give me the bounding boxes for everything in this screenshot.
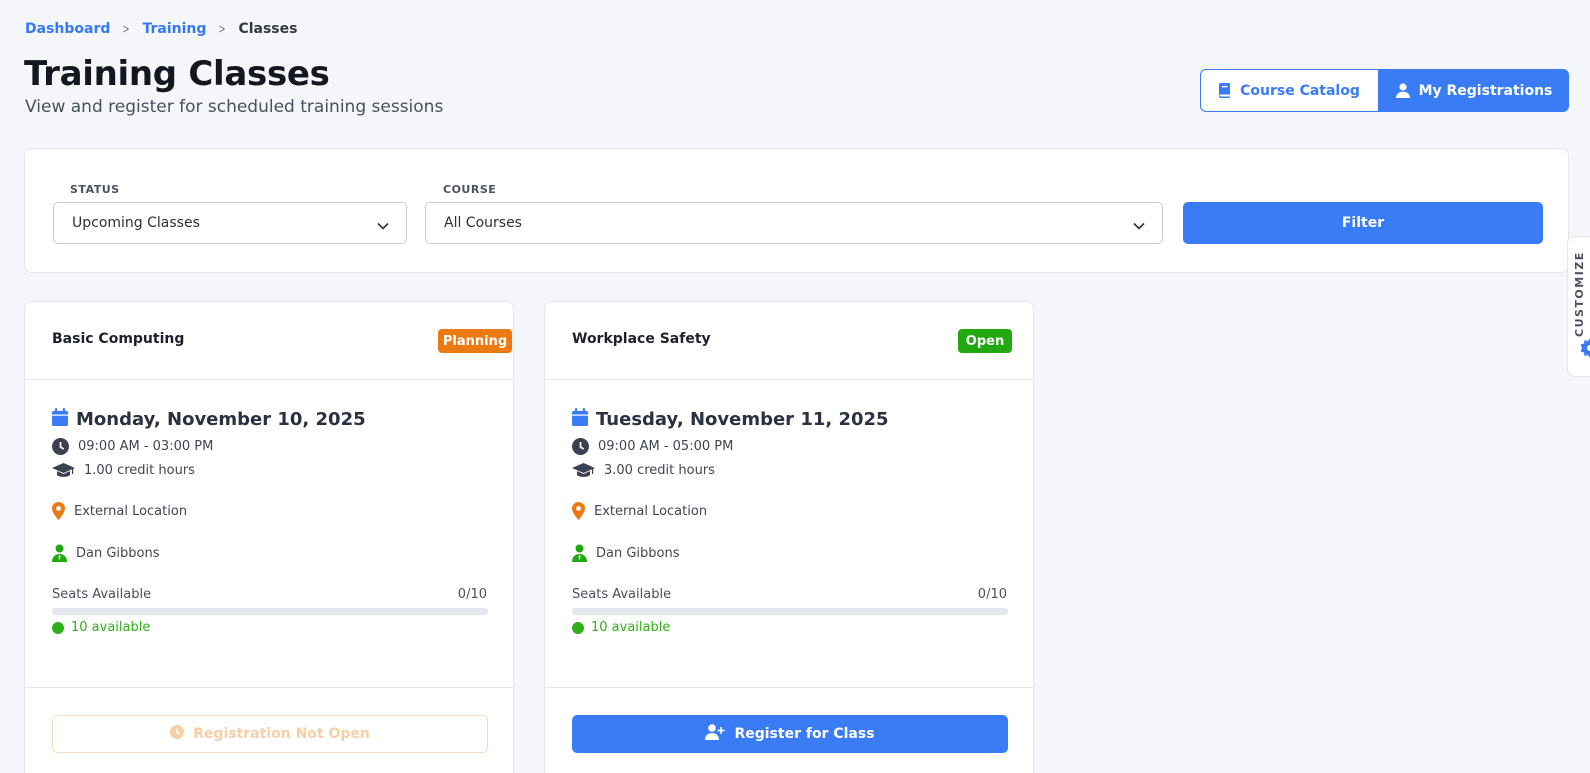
class-credits: 1.00 credit hours — [52, 462, 195, 479]
seats-available: 10 available — [52, 620, 150, 635]
chevron-right-icon: > — [122, 22, 130, 36]
filter-button[interactable]: Filter — [1183, 202, 1543, 244]
seats-label: Seats Available — [52, 587, 152, 602]
class-time-text: 09:00 AM - 05:00 PM — [598, 439, 734, 454]
registration-not-open-button: Registration Not Open — [52, 715, 488, 753]
seats-progress-bar — [572, 608, 1008, 615]
status-select[interactable]: Upcoming Classes — [53, 202, 407, 244]
class-date: Monday, November 10, 2025 — [52, 408, 366, 431]
class-date: Tuesday, November 11, 2025 — [572, 408, 889, 431]
class-card-header: Basic Computing Planning — [25, 302, 513, 380]
status-badge: Planning — [438, 329, 512, 353]
instructor-icon — [572, 544, 587, 562]
breadcrumb-training-link[interactable]: Training — [142, 21, 206, 37]
class-time: 09:00 AM - 05:00 PM — [572, 438, 733, 455]
user-icon — [1395, 83, 1410, 98]
course-select[interactable]: All Courses — [425, 202, 1163, 244]
class-date-text: Monday, November 10, 2025 — [76, 409, 366, 430]
registration-not-open-label: Registration Not Open — [193, 726, 370, 742]
class-location-text: External Location — [594, 503, 708, 519]
breadcrumb-current: Classes — [238, 21, 298, 37]
user-plus-icon — [705, 724, 725, 744]
page-title: Training Classes — [24, 54, 330, 94]
graduation-cap-icon — [572, 462, 595, 479]
class-credits-text: 3.00 credit hours — [604, 463, 715, 478]
status-select-value: Upcoming Classes — [72, 215, 200, 231]
seats-available: 10 available — [572, 620, 670, 635]
class-time: 09:00 AM - 03:00 PM — [52, 438, 213, 455]
seats-available-text: 10 available — [71, 620, 151, 635]
class-card: Workplace Safety Open Tuesday, November … — [544, 301, 1034, 773]
status-dot-icon — [52, 621, 64, 634]
class-card-header: Workplace Safety Open — [545, 302, 1033, 380]
status-dot-icon — [572, 621, 584, 634]
class-instructor-text: Dan Gibbons — [596, 545, 680, 561]
class-instructor: Dan Gibbons — [572, 544, 680, 562]
my-registrations-label: My Registrations — [1418, 82, 1553, 99]
breadcrumb: Dashboard > Training > Classes — [25, 20, 297, 38]
register-for-class-button[interactable]: Register for Class — [572, 715, 1008, 753]
clock-icon — [170, 725, 185, 743]
class-location: External Location — [572, 502, 707, 520]
course-catalog-label: Course Catalog — [1240, 82, 1360, 99]
header-button-group: Course Catalog My Registrations — [1200, 69, 1569, 112]
seats-progress-bar — [52, 608, 488, 615]
course-catalog-button[interactable]: Course Catalog — [1200, 69, 1379, 112]
seats-label: Seats Available — [572, 587, 672, 602]
graduation-cap-icon — [52, 462, 75, 479]
class-course-title: Basic Computing — [52, 331, 185, 347]
chevron-down-icon — [1133, 218, 1145, 234]
class-course-title: Workplace Safety — [572, 331, 711, 347]
course-filter-label: COURSE — [443, 183, 497, 196]
map-pin-icon — [52, 502, 65, 520]
map-pin-icon — [572, 502, 585, 520]
class-card: Basic Computing Planning Monday, Novembe… — [24, 301, 514, 773]
course-select-value: All Courses — [444, 215, 522, 231]
instructor-icon — [52, 544, 67, 562]
class-credits-text: 1.00 credit hours — [84, 463, 195, 478]
seats-count: 0/10 — [977, 587, 1007, 602]
calendar-icon — [572, 408, 588, 431]
my-registrations-button[interactable]: My Registrations — [1379, 69, 1569, 112]
seats-available-text: 10 available — [591, 620, 671, 635]
class-instructor: Dan Gibbons — [52, 544, 160, 562]
chevron-right-icon: > — [218, 22, 226, 36]
class-location: External Location — [52, 502, 187, 520]
class-card-footer: Registration Not Open — [25, 687, 513, 773]
class-time-text: 09:00 AM - 03:00 PM — [78, 439, 214, 454]
book-icon — [1219, 83, 1231, 98]
clock-icon — [52, 438, 69, 455]
class-location-text: External Location — [74, 503, 188, 519]
breadcrumb-dashboard-link[interactable]: Dashboard — [25, 21, 110, 37]
customize-label: CUSTOMIZE — [1573, 251, 1586, 337]
customize-tab[interactable]: CUSTOMIZE — [1567, 236, 1590, 377]
status-filter-label: STATUS — [70, 183, 120, 196]
clock-icon — [572, 438, 589, 455]
page-subtitle: View and register for scheduled training… — [25, 97, 444, 117]
status-badge: Open — [958, 329, 1012, 353]
filter-panel: STATUS Upcoming Classes COURSE All Cours… — [24, 148, 1569, 273]
class-credits: 3.00 credit hours — [572, 462, 715, 479]
class-date-text: Tuesday, November 11, 2025 — [596, 409, 889, 430]
class-card-footer: Register for Class — [545, 687, 1033, 773]
gear-icon — [1580, 338, 1590, 362]
seats-count: 0/10 — [457, 587, 487, 602]
calendar-icon — [52, 408, 68, 431]
chevron-down-icon — [377, 218, 389, 234]
class-instructor-text: Dan Gibbons — [76, 545, 160, 561]
register-for-class-label: Register for Class — [734, 726, 875, 742]
